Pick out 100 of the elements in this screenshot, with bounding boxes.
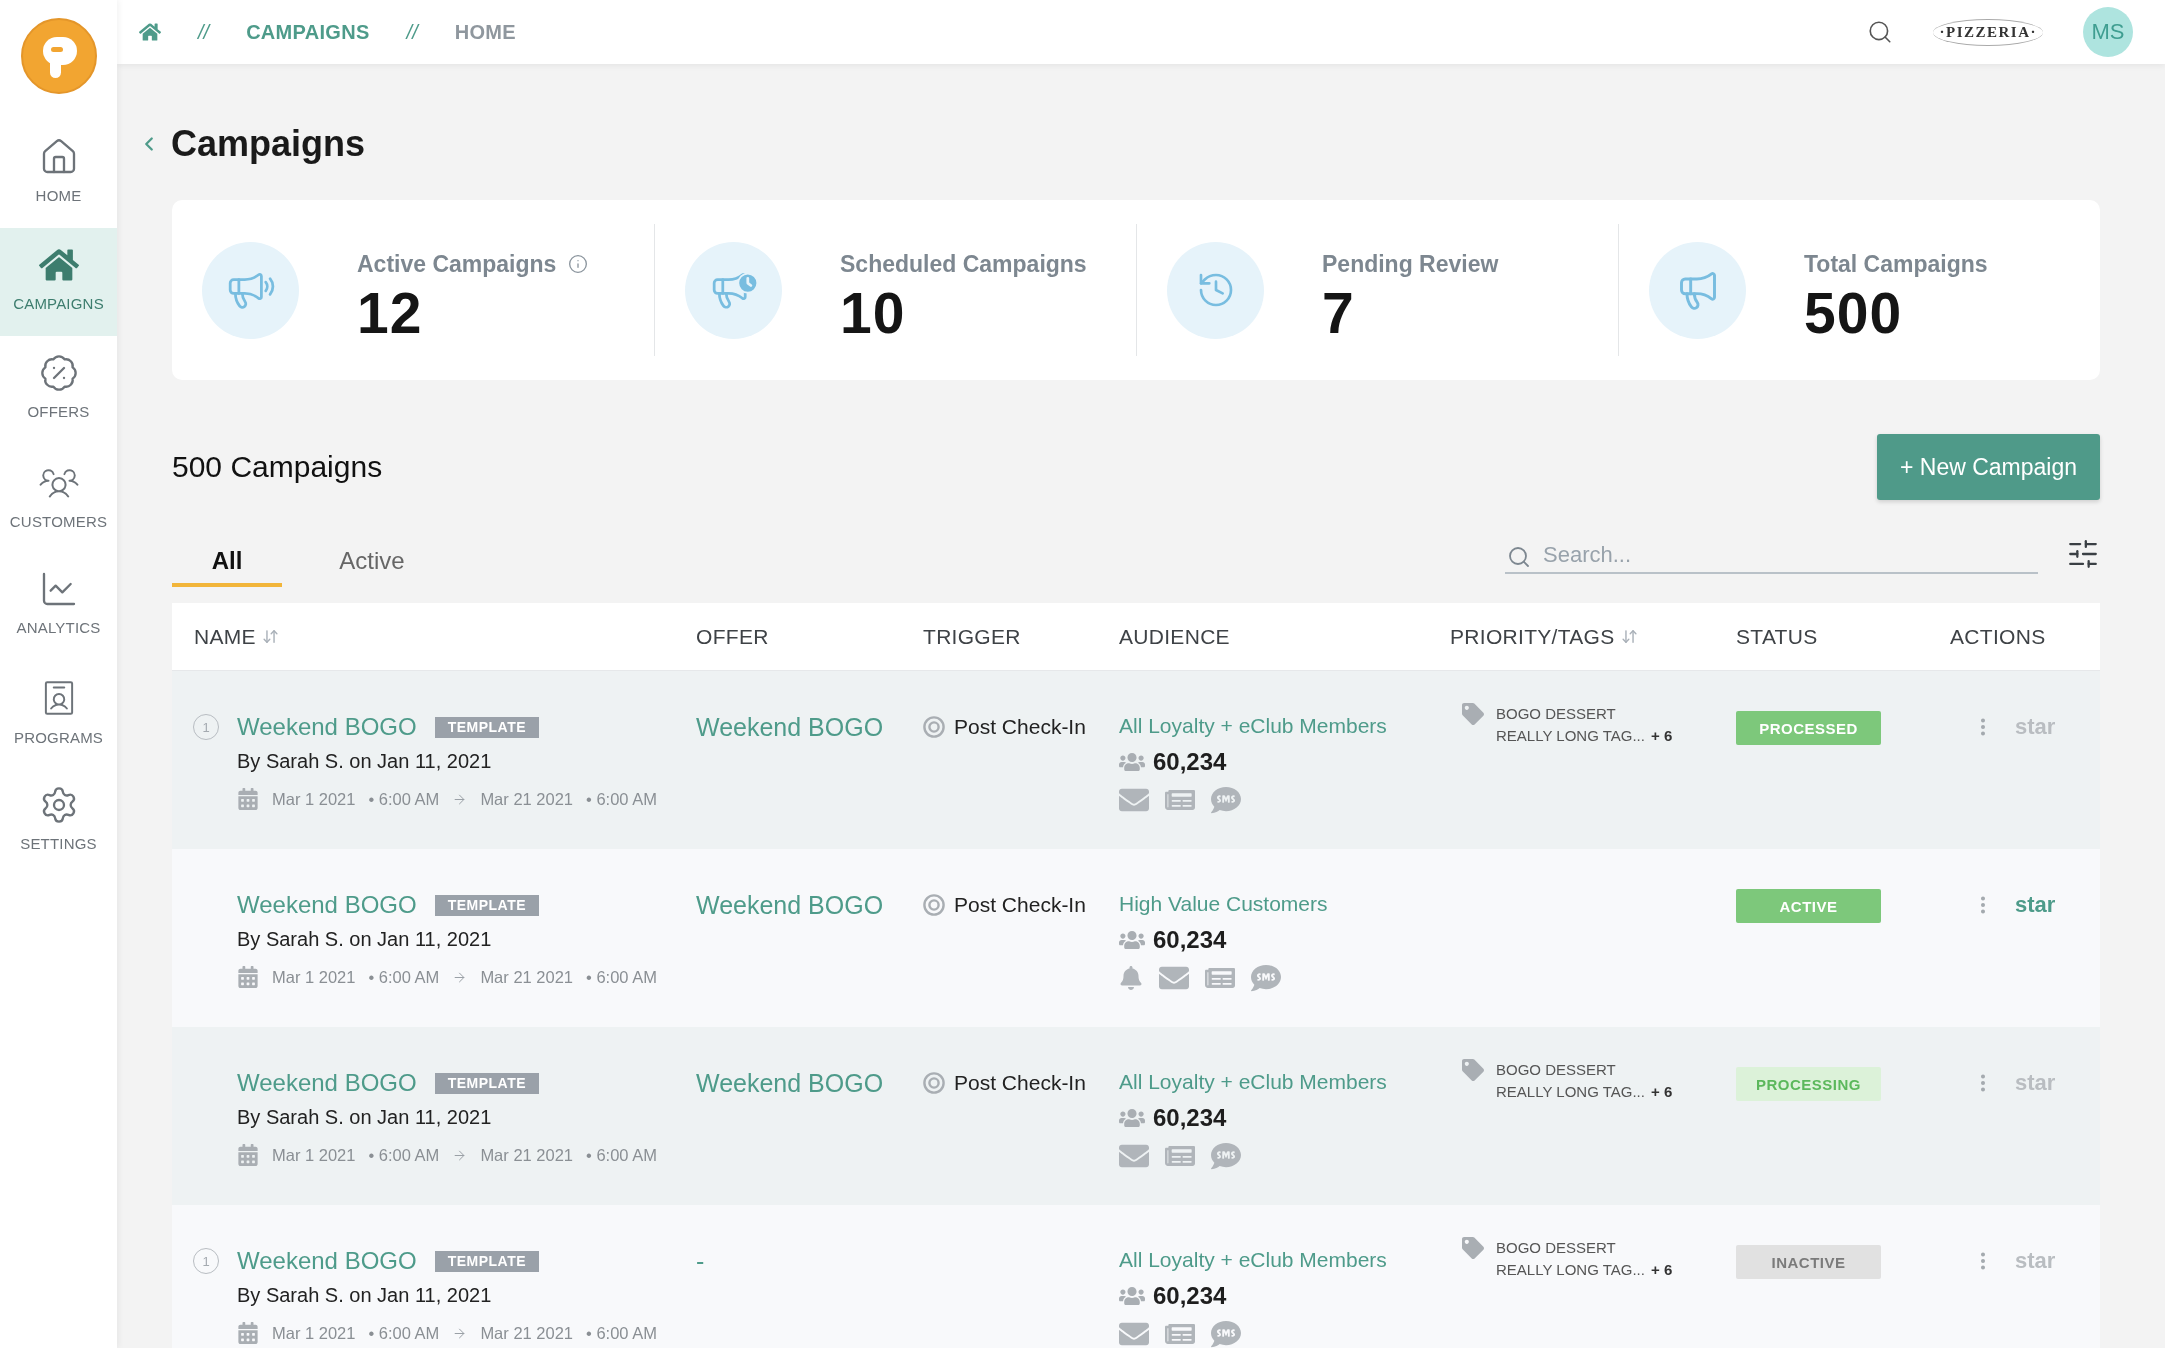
campaign-name[interactable]: Weekend BOGO — [237, 1067, 417, 1099]
column-header[interactable]: PRIORITY/TAGS — [1450, 624, 1615, 649]
star-action[interactable]: star — [2015, 892, 2056, 918]
sidebar-item[interactable]: HOME — [0, 120, 117, 228]
arrow-right-icon — [452, 791, 468, 807]
end-time: • 6:00 AM — [586, 967, 657, 988]
campaign-name[interactable]: Weekend BOGO — [237, 889, 417, 921]
audience-name[interactable]: All Loyalty + eClub Members — [1119, 711, 1387, 741]
search-icon — [1507, 545, 1531, 569]
tag-label: BOGO DESSERT — [1496, 704, 1616, 724]
speech-bubble-icon — [1211, 1141, 1241, 1171]
template-tag: TEMPLATE — [434, 1250, 540, 1272]
audience-name[interactable]: High Value Customers — [1119, 889, 1328, 919]
speech-bubble-icon — [1251, 963, 1281, 993]
end-time: • 6:00 AM — [586, 789, 657, 810]
column-header: ACTIONS — [1950, 624, 2046, 649]
sidebar-item[interactable]: SETTINGS — [0, 768, 117, 876]
template-tag: TEMPLATE — [434, 716, 540, 738]
audience-count: 60,234 — [1153, 747, 1227, 777]
offer-name[interactable]: Weekend BOGO — [696, 891, 884, 919]
sidebar-item[interactable]: ANALYTICS — [0, 552, 117, 660]
start-date: Mar 1 2021 — [272, 789, 356, 810]
stat-value: 500 — [1804, 283, 1903, 343]
audience-count: 60,234 — [1153, 925, 1227, 955]
target-icon — [923, 894, 945, 916]
tag-label: REALLY LONG TAG... — [1496, 1260, 1645, 1280]
end-date: Mar 21 2021 — [480, 967, 574, 988]
star-action[interactable]: star — [2015, 1248, 2056, 1274]
tag-icon — [1462, 1237, 1484, 1259]
column-header: OFFER — [696, 624, 769, 649]
tab[interactable]: All — [172, 535, 282, 587]
sort-icon[interactable] — [1620, 628, 1638, 645]
tag-label: BOGO DESSERT — [1496, 1238, 1616, 1258]
calendar-icon — [237, 966, 259, 988]
breadcrumb-separator: // — [198, 20, 210, 44]
created-by-text: By Sarah S. on Jan 11, 2021 — [237, 1283, 492, 1308]
status-pill: PROCESSED — [1736, 711, 1881, 745]
filter-sliders-icon[interactable] — [2066, 537, 2100, 571]
tag-label: BOGO DESSERT — [1496, 1060, 1616, 1080]
home-icon[interactable] — [139, 21, 161, 43]
brand-logo: ·PIZZERIA· — [1933, 18, 2043, 46]
status-pill: PROCESSING — [1736, 1067, 1881, 1101]
column-header: STATUS — [1736, 624, 1818, 649]
sidebar-item[interactable]: CAMPAIGNS — [0, 228, 117, 336]
start-time: • 6:00 AM — [368, 1323, 440, 1344]
sort-icon[interactable] — [261, 628, 279, 645]
arrow-right-icon — [452, 1325, 468, 1341]
audience-name[interactable]: All Loyalty + eClub Members — [1119, 1067, 1387, 1097]
page-title: Campaigns — [171, 122, 366, 166]
column-header: AUDIENCE — [1119, 624, 1230, 649]
end-date: Mar 21 2021 — [480, 789, 574, 810]
stat-label: Scheduled Campaigns — [840, 250, 1087, 279]
calendar-icon — [237, 1322, 259, 1344]
tag-icon — [1462, 703, 1484, 725]
start-time: • 6:00 AM — [368, 789, 440, 810]
info-icon[interactable] — [568, 254, 589, 274]
offer-name[interactable]: - — [696, 1247, 705, 1275]
start-date: Mar 1 2021 — [272, 967, 356, 988]
trigger-text: Post Check-In — [954, 715, 1086, 739]
calendar-icon — [237, 788, 259, 810]
breadcrumb-link[interactable]: HOME — [454, 20, 516, 44]
status-pill: INACTIVE — [1736, 1245, 1881, 1279]
created-by-text: By Sarah S. on Jan 11, 2021 — [237, 1105, 492, 1130]
app-logo[interactable] — [20, 18, 97, 94]
new-campaign-button[interactable]: + New Campaign — [1877, 434, 2100, 500]
start-time: • 6:00 AM — [368, 1145, 440, 1166]
created-by-text: By Sarah S. on Jan 11, 2021 — [237, 927, 492, 952]
sidebar-item[interactable]: PROGRAMS — [0, 660, 117, 768]
template-tag: TEMPLATE — [434, 1072, 540, 1094]
audience-name[interactable]: All Loyalty + eClub Members — [1119, 1245, 1387, 1275]
target-icon — [923, 1072, 945, 1094]
offer-name[interactable]: Weekend BOGO — [696, 1069, 884, 1097]
stat-value: 7 — [1322, 283, 1355, 343]
list-title: 500 Campaigns — [172, 450, 383, 484]
trigger-text: Post Check-In — [954, 1071, 1086, 1095]
percent-badge-icon — [38, 353, 79, 393]
column-header[interactable]: NAME — [194, 624, 256, 649]
search-field[interactable]: Search... — [1505, 538, 2038, 574]
more-tags-count: + 6 — [1650, 1260, 1673, 1280]
end-time: • 6:00 AM — [586, 1145, 657, 1166]
start-date: Mar 1 2021 — [272, 1145, 356, 1166]
stat-label: Total Campaigns — [1804, 250, 1988, 279]
sidebar-item[interactable]: CUSTOMERS — [0, 444, 117, 552]
offer-name[interactable]: Weekend BOGO — [696, 713, 884, 741]
arrow-right-icon — [452, 969, 468, 985]
breadcrumb-separator: // — [406, 20, 418, 44]
sidebar-item[interactable]: OFFERS — [0, 336, 117, 444]
tag-icon — [1462, 1059, 1484, 1081]
created-by-text: By Sarah S. on Jan 11, 2021 — [237, 749, 492, 774]
tag-label: REALLY LONG TAG... — [1496, 1082, 1645, 1102]
tab[interactable]: Active — [317, 535, 427, 587]
user-avatar[interactable]: MS — [2083, 7, 2133, 57]
breadcrumb-link[interactable]: CAMPAIGNS — [246, 20, 370, 44]
calendar-icon — [237, 1144, 259, 1166]
start-time: • 6:00 AM — [368, 967, 440, 988]
campaign-name[interactable]: Weekend BOGO — [237, 1245, 417, 1277]
end-date: Mar 21 2021 — [480, 1323, 574, 1344]
campaign-name[interactable]: Weekend BOGO — [237, 711, 417, 743]
stat-label: Active Campaigns — [357, 250, 557, 279]
tag-label: REALLY LONG TAG... — [1496, 726, 1645, 746]
